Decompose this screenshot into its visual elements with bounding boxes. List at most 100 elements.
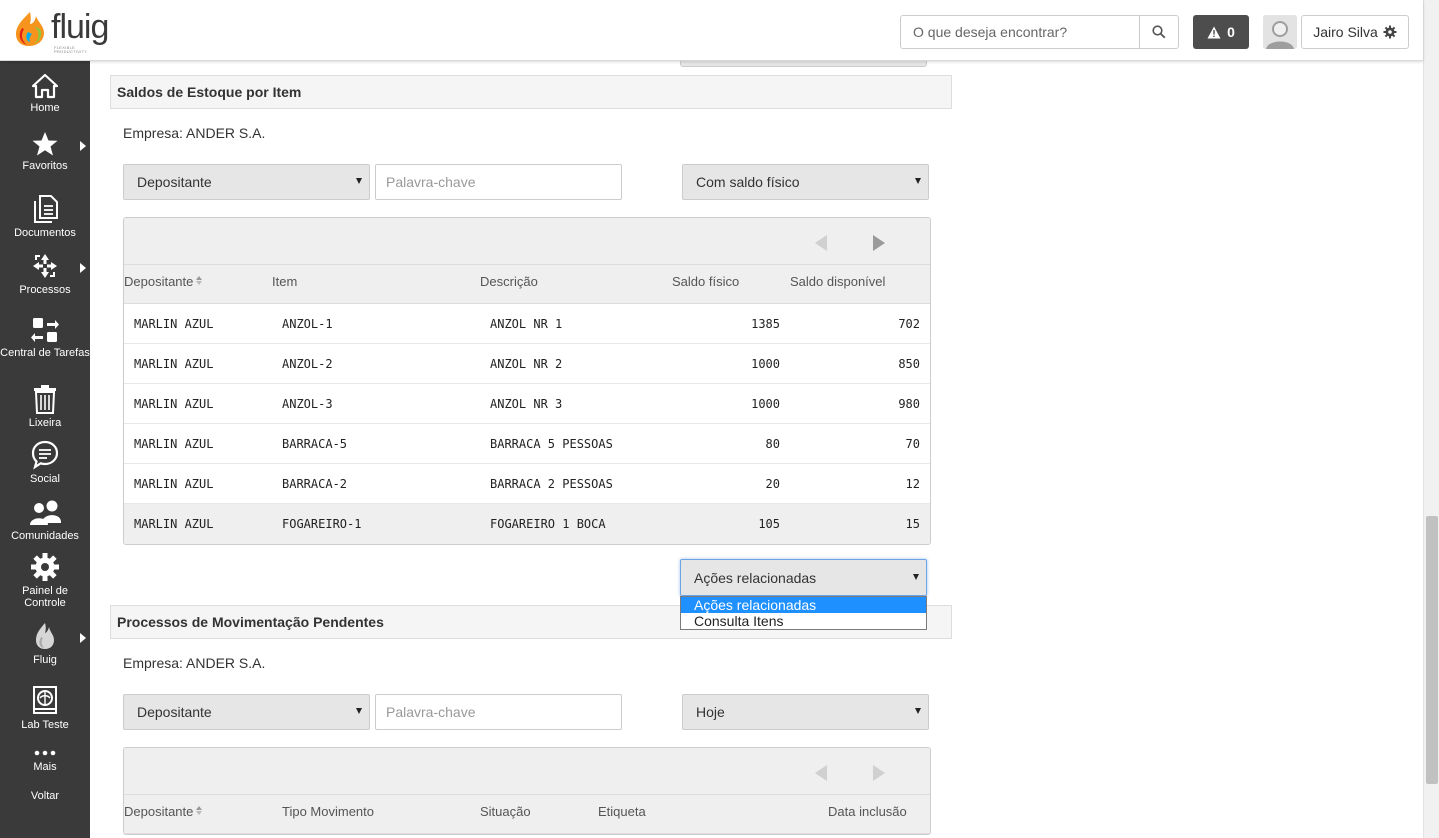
sidebar-item-comunidades[interactable]: Comunidades: [0, 497, 90, 542]
star-icon: [32, 132, 58, 156]
cell-saldo-fisico: 1385: [751, 317, 780, 331]
cell-saldo-disponivel: 15: [905, 517, 920, 531]
next-page-icon[interactable]: [873, 765, 885, 781]
sidebar-item-lixeira[interactable]: Lixeira: [0, 384, 90, 429]
table-row[interactable]: MARLIN AZUL BARRACA-5 BARRACA 5 PESSOAS 80 7…: [124, 424, 930, 464]
sidebar-item-label: Lixeira: [28, 417, 62, 429]
sidebar-item-label: Home: [30, 102, 60, 114]
column-header-etiqueta[interactable]: Etiqueta: [598, 804, 646, 819]
previous-page-icon[interactable]: [815, 765, 827, 781]
sidebar-item-social[interactable]: Social: [0, 440, 90, 485]
sidebar-item-voltar[interactable]: Voltar: [0, 790, 90, 802]
column-header-situacao[interactable]: Situação: [480, 804, 531, 819]
page-scrollbar[interactable]: [1423, 0, 1439, 838]
table-header: Depositante Item Descrição Saldo físico …: [124, 265, 930, 304]
column-header-descricao[interactable]: Descrição: [480, 274, 538, 289]
select-value: Hoje: [696, 704, 725, 720]
table-toolbar: [124, 218, 930, 265]
depositante-select[interactable]: Depositante: [123, 694, 370, 730]
cell-descricao: ANZOL NR 3: [490, 397, 563, 411]
sort-icon: [196, 806, 203, 815]
column-header-depositante[interactable]: Depositante: [124, 274, 203, 289]
sidebar-item-mais[interactable]: Mais: [0, 748, 90, 773]
cell-depositante: MARLIN AZUL: [134, 477, 214, 491]
column-header-saldo-fisico[interactable]: Saldo físico: [672, 274, 739, 289]
table-row[interactable]: MARLIN AZUL ANZOL-3 ANZOL NR 3 1000 980: [124, 384, 930, 424]
cell-item: ANZOL-1: [282, 317, 333, 331]
table-body: MARLIN AZUL ANZOL-1 ANZOL NR 1 1385 702 MARLI…: [124, 304, 930, 544]
related-actions-select[interactable]: Ações relacionadas: [680, 559, 927, 596]
previous-page-icon[interactable]: [815, 235, 827, 251]
sidebar-item-label: Lab Teste: [21, 719, 69, 731]
cell-descricao: BARRACA 2 PESSOAS: [490, 477, 613, 491]
table-row[interactable]: MARLIN AZUL FOGAREIRO-1 FOGAREIRO 1 BOCA 10…: [124, 504, 930, 544]
cell-saldo-disponivel: 980: [898, 397, 920, 411]
select-value: Com saldo físico: [696, 174, 800, 190]
main-content: Saldos de Estoque por Item Empresa: ANDE…: [90, 61, 1423, 838]
gear-icon: [1383, 25, 1397, 39]
balance-filter-select[interactable]: Com saldo físico: [682, 164, 929, 200]
user-avatar-icon: [1263, 15, 1297, 49]
user-name: Jairo Silva: [1313, 24, 1378, 40]
table-row[interactable]: MARLIN AZUL ANZOL-2 ANZOL NR 2 1000 850: [124, 344, 930, 384]
processes-icon: [33, 254, 57, 278]
table-row[interactable]: MARLIN AZUL ANZOL-1 ANZOL NR 1 1385 702: [124, 304, 930, 344]
fluig-flame-icon: [16, 12, 44, 46]
sidebar-item-fluig[interactable]: Fluig: [0, 621, 90, 666]
cell-saldo-disponivel: 702: [898, 317, 920, 331]
dropdown-option-consulta-itens[interactable]: Consulta Itens: [681, 613, 926, 629]
sidebar-item-central-de-tarefas[interactable]: Central de Tarefas: [0, 316, 90, 359]
avatar[interactable]: [1263, 15, 1297, 49]
caret-down-icon: [915, 708, 921, 714]
submenu-arrow-icon: [80, 141, 86, 151]
sidebar: Home Favoritos Documentos Processos Cent…: [0, 61, 90, 838]
sidebar-item-label: Mais: [33, 761, 57, 773]
search-input[interactable]: [901, 16, 1139, 48]
search-box: [900, 15, 1179, 49]
table-row[interactable]: MARLIN AZUL BARRACA-2 BARRACA 2 PESSOAS 20 1…: [124, 464, 930, 504]
sidebar-item-lab-teste[interactable]: Lab Teste: [0, 684, 90, 731]
task-center-icon: [31, 318, 59, 342]
keyword-input[interactable]: Palavra-chave: [375, 694, 622, 730]
column-header-tipo-movimento[interactable]: Tipo Movimento: [282, 804, 374, 819]
select-value: Ações relacionadas: [694, 569, 817, 586]
cell-descricao: FOGAREIRO 1 BOCA: [490, 517, 606, 531]
dropdown-option-acoes-relacionadas[interactable]: Ações relacionadas: [681, 597, 926, 613]
column-header-data-inclusao[interactable]: Data inclusão: [828, 804, 907, 819]
alerts-button[interactable]: 0: [1193, 15, 1249, 49]
select-value: Depositante: [137, 704, 212, 720]
search-button[interactable]: [1139, 16, 1178, 48]
column-header-saldo-disponivel[interactable]: Saldo disponível: [790, 274, 885, 289]
sidebar-item-home[interactable]: Home: [0, 73, 90, 114]
column-header-depositante[interactable]: Depositante: [124, 804, 203, 819]
cell-item: ANZOL-3: [282, 397, 333, 411]
keyword-input[interactable]: Palavra-chave: [375, 164, 622, 200]
fluig-logo[interactable]: fluig FLEXIBLE PRODUCTIVITY: [12, 8, 109, 54]
depositante-select[interactable]: Depositante: [123, 164, 370, 200]
date-filter-select[interactable]: Hoje: [682, 694, 929, 730]
logo-text: fluig: [51, 8, 109, 46]
sidebar-item-label: Painel de Controle: [22, 585, 68, 609]
warning-icon: [1207, 26, 1221, 38]
sidebar-item-favoritos[interactable]: Favoritos: [0, 131, 90, 172]
submenu-arrow-icon: [80, 263, 86, 273]
cell-saldo-disponivel: 850: [898, 357, 920, 371]
scrollbar-thumb[interactable]: [1426, 516, 1438, 784]
user-menu-button[interactable]: Jairo Silva: [1301, 15, 1409, 49]
column-header-item[interactable]: Item: [272, 274, 297, 289]
sort-icon: [196, 276, 203, 285]
sidebar-item-label: Voltar: [30, 790, 60, 802]
cell-saldo-fisico: 1000: [751, 397, 780, 411]
cell-descricao: ANZOL NR 2: [490, 357, 563, 371]
sidebar-item-processos[interactable]: Processos: [0, 251, 90, 296]
sidebar-item-documentos[interactable]: Documentos: [0, 194, 90, 239]
sidebar-item-label: Processos: [19, 284, 71, 296]
next-page-icon[interactable]: [873, 235, 885, 251]
cell-saldo-fisico: 80: [765, 437, 780, 451]
top-bar: fluig FLEXIBLE PRODUCTIVITY 0 Jairo Silv…: [0, 0, 1423, 61]
cell-saldo-disponivel: 70: [905, 437, 920, 451]
partial-select[interactable]: [680, 61, 927, 67]
caret-down-icon: [356, 708, 362, 714]
cell-saldo-fisico: 20: [765, 477, 780, 491]
sidebar-item-painel-de-controle[interactable]: Painel de Controle: [0, 552, 90, 609]
